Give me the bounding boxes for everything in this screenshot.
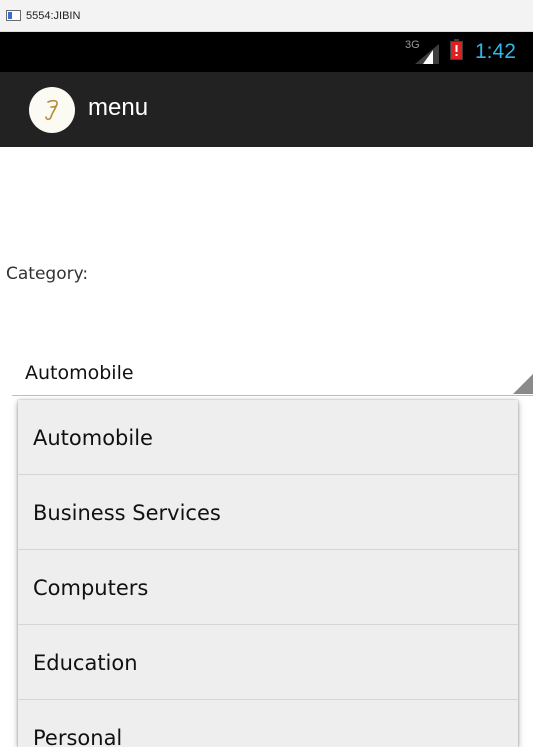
action-bar: menu xyxy=(0,72,533,147)
window-icon xyxy=(6,10,21,21)
category-dropdown-list[interactable]: Automobile Business Services Computers E… xyxy=(18,400,518,747)
dropdown-option-label: Education xyxy=(33,651,138,675)
battery-low-icon xyxy=(450,39,463,60)
network-indicator: 3G xyxy=(405,40,439,64)
dropdown-option-label: Automobile xyxy=(33,426,153,450)
signal-strength-icon xyxy=(415,44,439,64)
app-logo-icon[interactable] xyxy=(29,87,75,133)
action-bar-title: menu xyxy=(88,94,149,121)
emulator-title-bar: 5554:JIBIN xyxy=(0,0,533,32)
window-title: 5554:JIBIN xyxy=(26,9,81,22)
dropdown-option-label: Personal xyxy=(33,726,123,747)
category-label: Category: xyxy=(6,264,89,284)
spinner-dropdown-arrow-icon xyxy=(513,374,533,394)
dropdown-option-label: Business Services xyxy=(33,501,221,525)
dropdown-option-business-services[interactable]: Business Services xyxy=(18,475,518,550)
dropdown-option-label: Computers xyxy=(33,576,149,600)
category-spinner-value: Automobile xyxy=(25,362,134,384)
status-bar: 3G 1:42 xyxy=(0,32,533,72)
dropdown-option-personal[interactable]: Personal xyxy=(18,700,518,747)
dropdown-option-automobile[interactable]: Automobile xyxy=(18,400,518,475)
logo-monogram-icon xyxy=(45,99,58,121)
dropdown-option-education[interactable]: Education xyxy=(18,625,518,700)
dropdown-option-computers[interactable]: Computers xyxy=(18,550,518,625)
category-spinner[interactable]: Automobile xyxy=(12,350,533,396)
status-clock: 1:42 xyxy=(475,40,516,63)
